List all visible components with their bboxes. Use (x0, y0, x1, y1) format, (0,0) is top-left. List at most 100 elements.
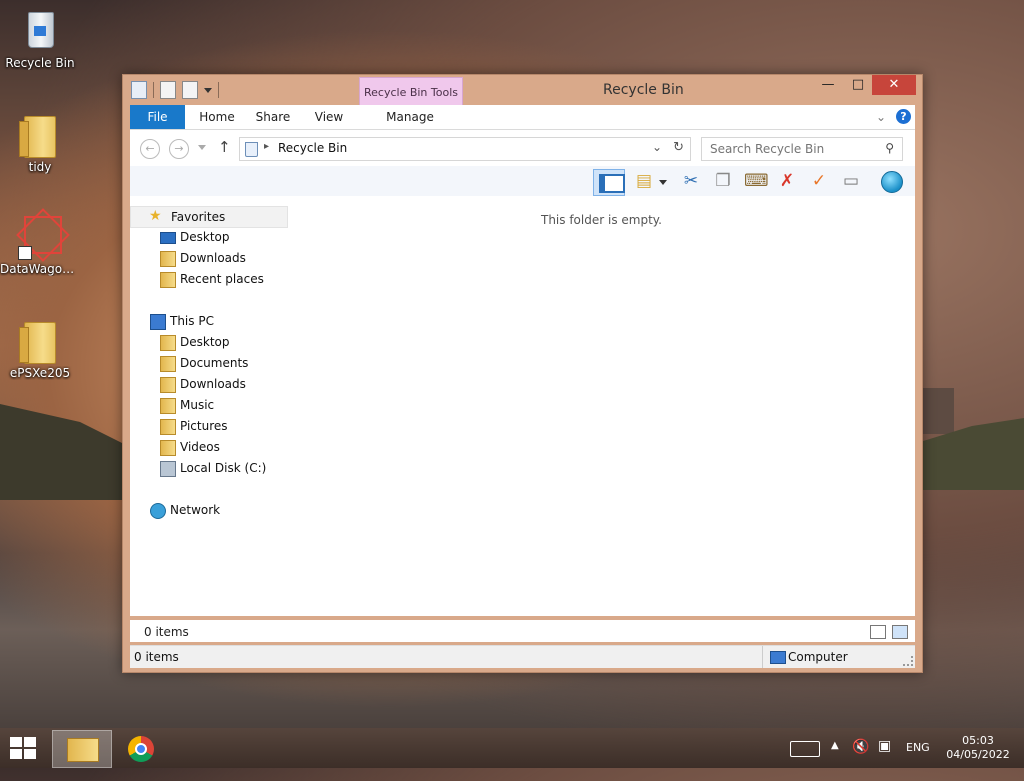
file-explorer-icon (67, 738, 99, 762)
status-location: Computer (788, 650, 848, 664)
sidebar-item-this-pc[interactable]: This PC (130, 311, 288, 331)
sidebar-item-downloads[interactable]: Downloads (130, 248, 288, 268)
tab-home[interactable]: Home (192, 105, 242, 129)
checkmark-icon[interactable]: ✓ (808, 170, 830, 192)
details-view-icon[interactable] (870, 625, 886, 639)
sidebar-item-music[interactable]: Music (130, 395, 288, 415)
desktop-icon-label: tidy (28, 160, 52, 174)
breadcrumb[interactable]: Recycle Bin (278, 141, 347, 155)
details-pane-icon[interactable] (593, 169, 625, 196)
pictures-folder-icon (160, 419, 176, 435)
select-folder-icon[interactable]: ▤ (633, 170, 655, 192)
sidebar-item-videos[interactable]: Videos (130, 437, 288, 457)
address-bar[interactable]: ▸ Recycle Bin ⌄ ↻ (239, 137, 691, 161)
sidebar-item-label: Videos (180, 440, 220, 454)
back-button[interactable]: ← (140, 139, 160, 159)
desktop-icon-epsxe205[interactable]: ePSXe205 (0, 318, 80, 380)
sidebar-item-pc-downloads[interactable]: Downloads (130, 374, 288, 394)
up-arrow-icon[interactable]: ↑ (218, 138, 231, 156)
sidebar-item-label: Local Disk (C:) (180, 461, 267, 475)
resize-grip-icon[interactable] (903, 656, 913, 666)
sidebar-item-label: Desktop (180, 335, 230, 349)
desktop-icon-recycle-bin[interactable]: Recycle Bin (0, 8, 80, 70)
volume-muted-icon[interactable]: 🔇 (852, 739, 869, 779)
sidebar-item-network[interactable]: Network (130, 500, 288, 520)
sidebar-item-pictures[interactable]: Pictures (130, 416, 288, 436)
globe-icon[interactable] (880, 170, 903, 193)
sidebar-item-label: Pictures (180, 419, 228, 433)
navigation-pane: ★ Favorites Desktop Downloads Recent pla… (130, 196, 288, 616)
sidebar-item-favorites[interactable]: ★ Favorites (130, 206, 288, 228)
start-button[interactable] (10, 737, 36, 759)
sidebar-item-local-disk[interactable]: Local Disk (C:) (130, 458, 288, 478)
address-dropdown-icon[interactable]: ⌄ (652, 140, 662, 154)
sidebar-item-label: Favorites (171, 210, 226, 224)
desktop-icon-datawagon[interactable]: DataWagon... (0, 208, 80, 276)
minimize-button[interactable]: — (813, 75, 843, 95)
show-hidden-icons-icon[interactable]: ▲ (831, 740, 839, 780)
toolbar-separator (153, 82, 154, 98)
sidebar-item-label: Desktop (180, 230, 230, 244)
tab-view[interactable]: View (304, 105, 354, 129)
search-input[interactable] (708, 141, 877, 157)
help-icon[interactable]: ? (896, 109, 911, 124)
windows-logo-icon (10, 737, 22, 747)
cut-icon[interactable]: ✂ (680, 170, 702, 192)
taskbar-clock[interactable]: 05:03 04/05/2022 (940, 734, 1016, 762)
sidebar-item-label: Downloads (180, 251, 246, 265)
star-icon: ★ (149, 208, 162, 224)
recent-locations-dropdown-icon[interactable] (198, 145, 206, 150)
language-indicator[interactable]: ENG (906, 741, 930, 781)
disk-drive-icon (160, 461, 176, 477)
delete-icon[interactable]: ✗ (776, 170, 798, 192)
search-box[interactable]: ⚲ (701, 137, 903, 161)
command-toolbar: ▤ ✂ ❐ ⌨ ✗ ✓ ▭ (130, 166, 915, 196)
chevron-down-icon[interactable] (659, 180, 667, 185)
search-icon[interactable]: ⚲ (885, 141, 894, 155)
maximize-button[interactable]: □ (843, 75, 873, 95)
ribbon-controls: ⌄ ? (876, 109, 911, 124)
datawagon-app-icon (16, 208, 70, 262)
recycle-bin-small-icon (131, 81, 147, 99)
network-status-icon[interactable]: ▣ (878, 738, 891, 778)
desktop-icon-tidy[interactable]: tidy (0, 112, 80, 174)
title-bar[interactable]: Recycle Bin Tools Recycle Bin — □ ✕ (123, 75, 922, 109)
close-button[interactable]: ✕ (872, 75, 916, 95)
sidebar-item-documents[interactable]: Documents (130, 353, 288, 373)
sidebar-item-pc-desktop[interactable]: Desktop (130, 332, 288, 352)
chevron-down-icon[interactable]: ⌄ (876, 110, 886, 124)
window-title: Recycle Bin (603, 82, 684, 98)
sidebar-item-recent-places[interactable]: Recent places (130, 269, 288, 289)
desktop-folder-icon (160, 335, 176, 351)
copy-icon[interactable]: ❐ (712, 170, 734, 192)
tab-share[interactable]: Share (248, 105, 298, 129)
file-list-area[interactable]: This folder is empty. (288, 196, 915, 616)
new-folder-icon[interactable] (182, 81, 198, 99)
computer-icon (150, 314, 166, 330)
sidebar-item-desktop[interactable]: Desktop (130, 227, 288, 247)
item-count: 0 items (144, 625, 189, 639)
paste-icon[interactable]: ⌨ (744, 170, 769, 192)
desktop-icon-label: DataWagon... (0, 262, 80, 276)
refresh-icon[interactable]: ↻ (673, 140, 684, 155)
rename-icon[interactable]: ▭ (840, 170, 862, 192)
keyboard-icon[interactable] (790, 741, 820, 757)
taskbar-chrome[interactable] (114, 730, 172, 766)
large-icons-view-icon[interactable] (892, 625, 908, 639)
forward-button[interactable]: → (169, 139, 189, 159)
customize-qat-dropdown-icon[interactable] (204, 87, 212, 93)
shortcut-arrow-icon (18, 246, 32, 260)
taskbar-file-explorer[interactable] (52, 730, 112, 768)
desktop-icon-label: ePSXe205 (9, 366, 71, 380)
tab-file[interactable]: File (130, 105, 185, 129)
desktop-icon-label: Recycle Bin (5, 56, 75, 70)
documents-folder-icon (160, 356, 176, 372)
folder-icon (18, 112, 62, 158)
tab-manage[interactable]: Manage (360, 105, 460, 129)
breadcrumb-arrow-icon[interactable]: ▸ (264, 141, 269, 152)
explorer-window: Recycle Bin Tools Recycle Bin — □ ✕ File… (122, 74, 923, 673)
sidebar-item-label: Documents (180, 356, 249, 370)
quick-access-toolbar (131, 81, 219, 99)
empty-folder-message: This folder is empty. (541, 213, 662, 227)
properties-icon[interactable] (160, 81, 176, 99)
